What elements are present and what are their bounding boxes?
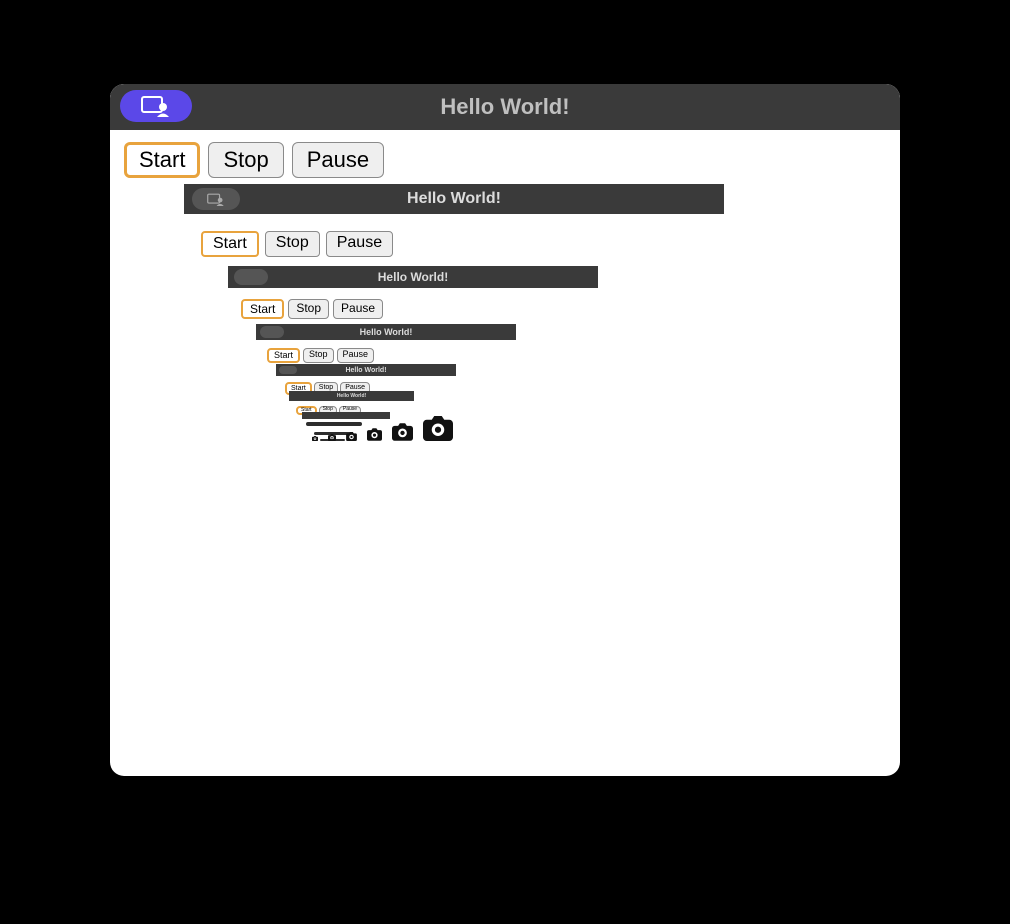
share-screen-person-icon	[141, 95, 171, 117]
recursive-preview-level-1: Hello World! Start Stop Pause	[184, 184, 724, 257]
window-title: Hello World!	[276, 367, 456, 374]
share-screen-person-icon	[192, 188, 240, 210]
pause-button: Pause	[333, 299, 383, 319]
camera-icon	[312, 436, 318, 441]
pause-button: Pause	[337, 348, 375, 363]
app-window: Hello World! Start Stop Pause Hello Worl…	[110, 84, 900, 776]
stop-button: Stop	[265, 231, 320, 257]
camera-icon	[328, 434, 336, 441]
camera-icon	[423, 416, 453, 441]
window-content: Start Stop Pause Hello World! Start Stop…	[110, 130, 900, 676]
window-title: Hello World!	[289, 393, 414, 399]
stop-button: Stop	[288, 299, 329, 319]
screenshot-preview: Hello World! Start Stop Pause Hello Worl…	[184, 184, 724, 664]
window-title: Hello World!	[110, 94, 900, 120]
start-button: Start	[267, 348, 300, 363]
start-button: Start	[241, 299, 284, 319]
window-title: Hello World!	[256, 327, 516, 337]
window-title: Hello World!	[228, 270, 598, 284]
stop-button[interactable]: Stop	[208, 142, 283, 178]
window-title: Hello World!	[184, 190, 724, 208]
share-screen-person-icon	[234, 269, 268, 285]
camera-icon-row	[312, 416, 453, 441]
titlebar: Hello World!	[110, 84, 900, 130]
pause-button[interactable]: Pause	[292, 142, 384, 178]
pause-button: Pause	[326, 231, 393, 257]
start-button: Start	[201, 231, 259, 257]
toolbar: Start Stop Pause	[124, 142, 886, 178]
start-button[interactable]: Start	[124, 142, 200, 178]
recursive-preview-level-3: Hello World! Start Stop Pause	[256, 324, 516, 363]
camera-icon	[392, 423, 413, 441]
share-screen-button[interactable]	[120, 90, 192, 122]
share-screen-person-icon	[260, 326, 284, 338]
recursive-preview-level-2: Hello World! Start Stop Pause	[228, 266, 598, 319]
stop-button: Stop	[303, 348, 334, 363]
share-screen-person-icon	[279, 366, 297, 374]
camera-icon	[367, 428, 382, 441]
camera-icon	[346, 432, 357, 441]
